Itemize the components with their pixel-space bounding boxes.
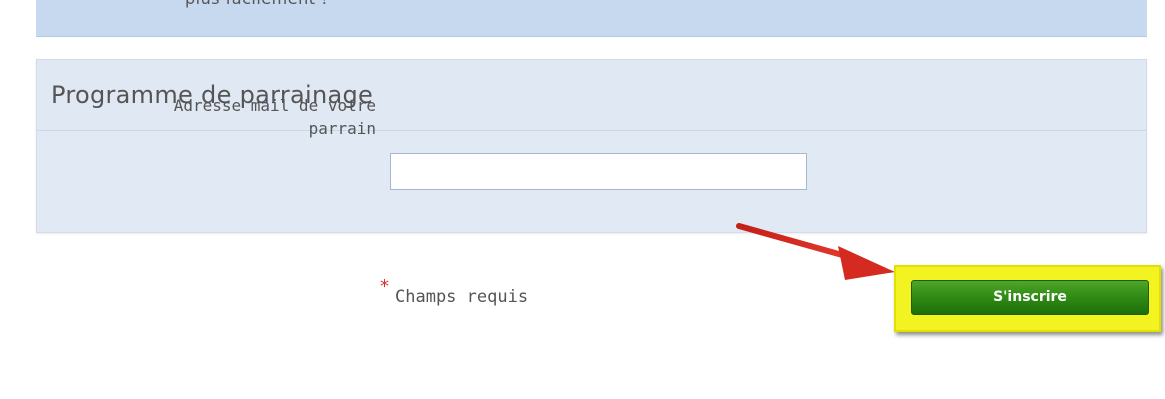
referral-program-panel: Programme de parrainage	[36, 59, 1147, 233]
required-fields-text: Champs requis	[395, 287, 529, 307]
red-arrow-annotation	[736, 223, 895, 280]
signup-submit-button[interactable]: S'inscrire	[911, 280, 1149, 315]
sponsor-email-label: Adresse mail de votre parrain	[70, 94, 376, 140]
sponsor-email-label-line1: Adresse mail de votre	[173, 96, 376, 115]
sponsor-email-input[interactable]	[390, 153, 807, 190]
previous-section-panel: plus facilement !	[36, 0, 1147, 37]
required-asterisk: *	[380, 276, 389, 297]
sponsor-email-label-line2: parrain	[308, 119, 376, 138]
previous-section-text: plus facilement !	[185, 0, 328, 8]
